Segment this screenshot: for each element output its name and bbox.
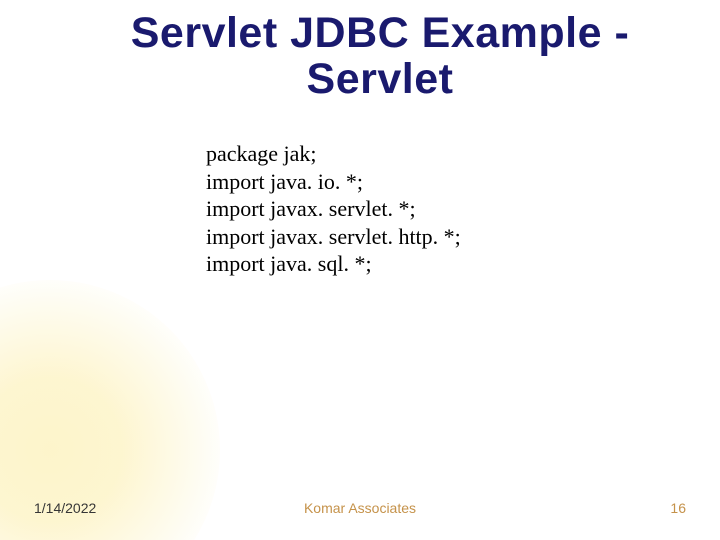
title-line-2: Servlet (307, 55, 454, 103)
slide: Servlet JDBC Example - Servlet package j… (0, 0, 720, 540)
title-line-1: Servlet JDBC Example - (131, 9, 630, 57)
code-line: import javax. servlet. *; (206, 195, 461, 223)
code-line: import javax. servlet. http. *; (206, 223, 461, 251)
code-line: package jak; (206, 140, 461, 168)
footer-center: Komar Associates (0, 500, 720, 516)
code-line: import java. io. *; (206, 168, 461, 196)
code-block: package jak; import java. io. *; import … (206, 140, 461, 278)
slide-title: Servlet JDBC Example - Servlet (80, 10, 680, 103)
footer-page-number: 16 (670, 500, 686, 516)
code-line: import java. sql. *; (206, 250, 461, 278)
